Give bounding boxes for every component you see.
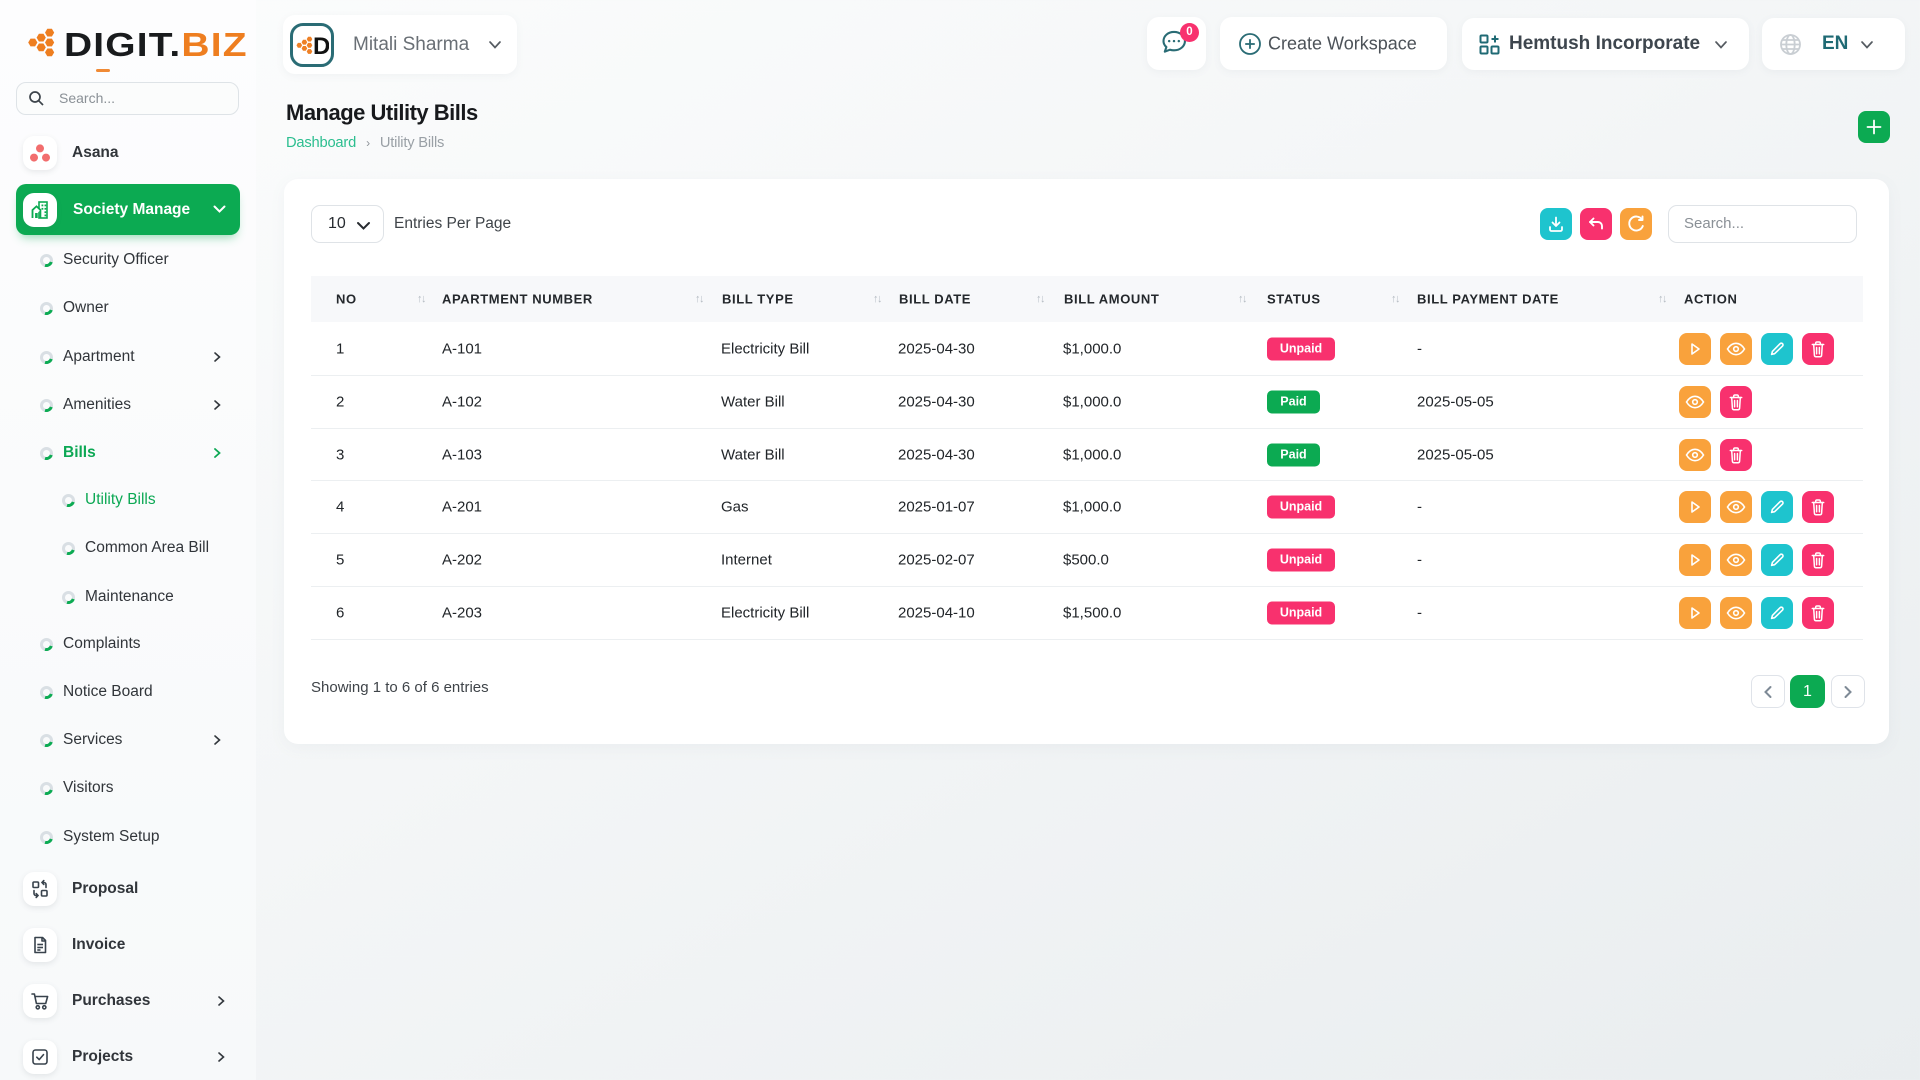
svg-text:D: D xyxy=(313,33,329,59)
